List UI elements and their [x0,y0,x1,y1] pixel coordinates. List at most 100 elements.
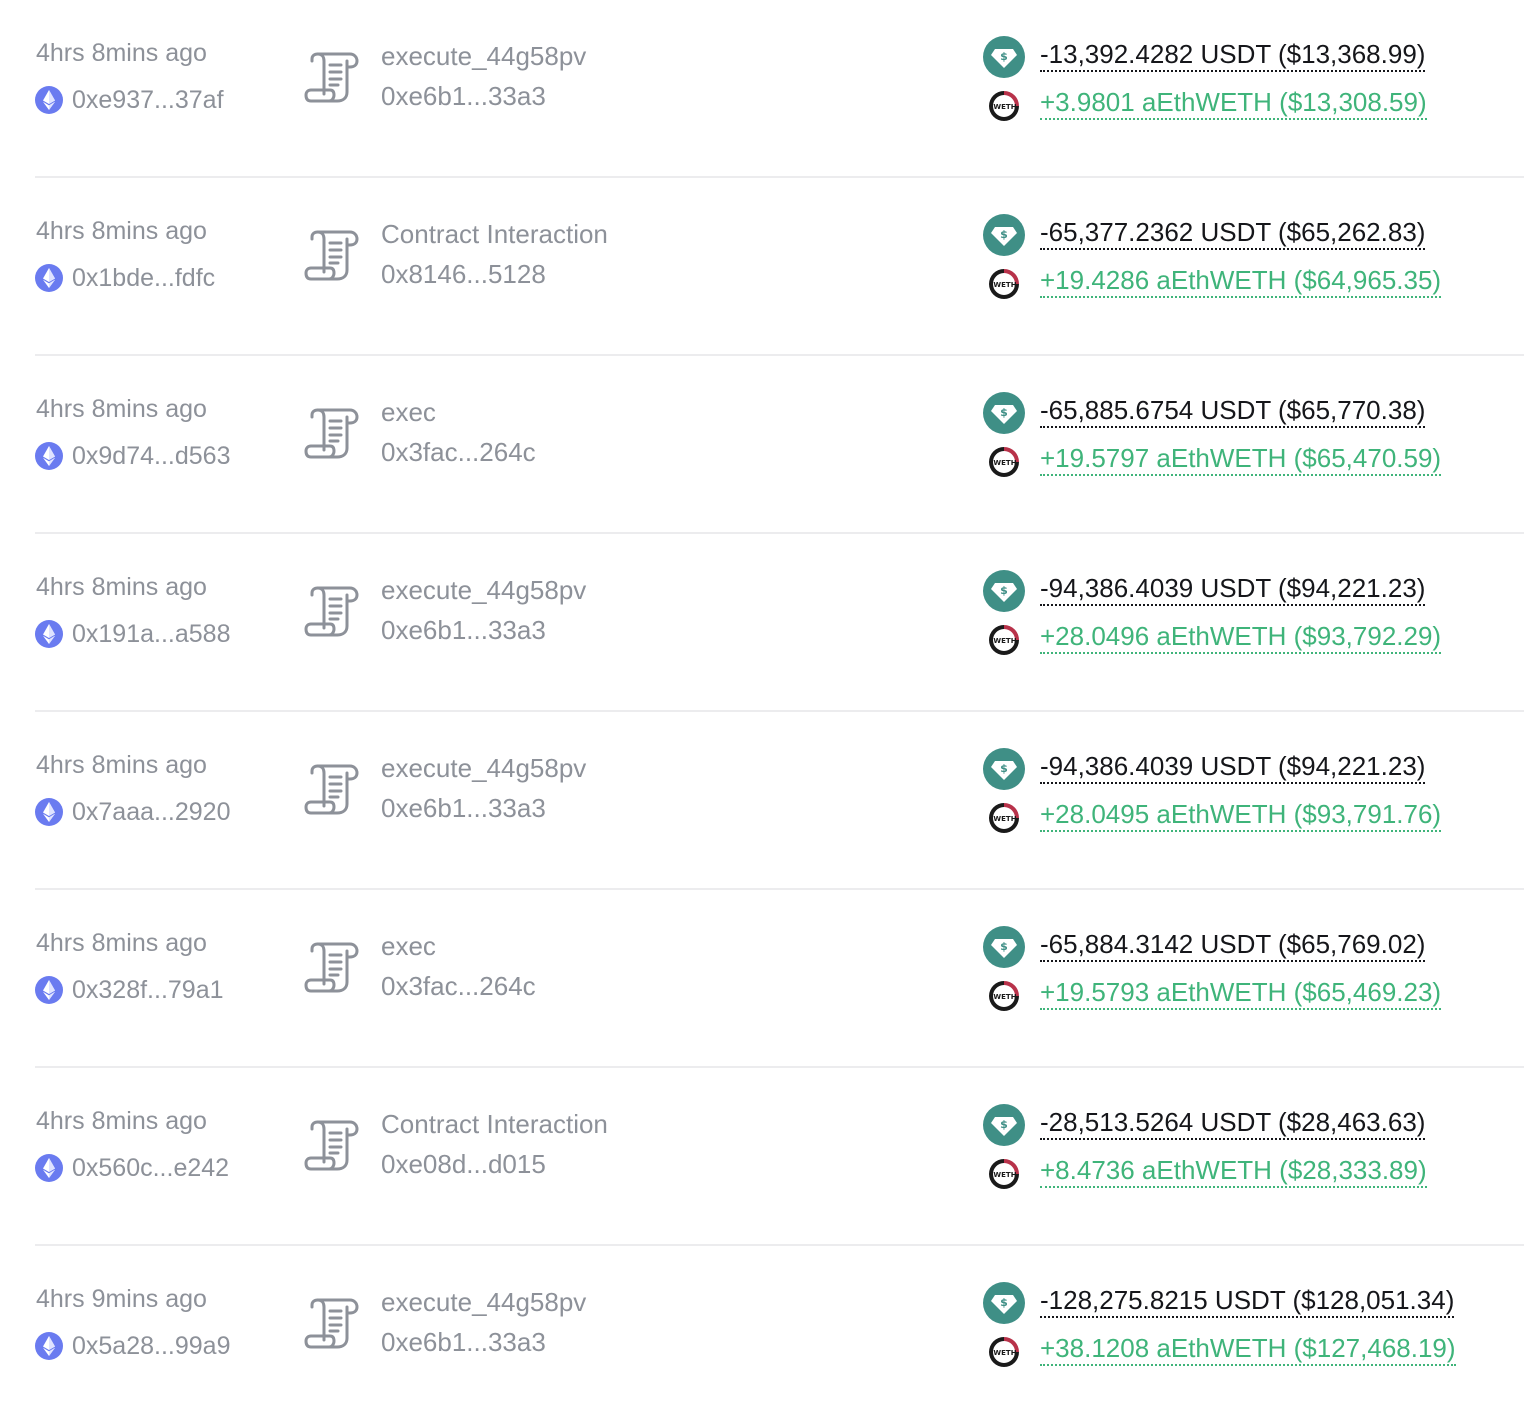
contract-address-link[interactable]: 0x3fac...264c [381,971,536,1002]
tx-time: 4hrs 8mins ago [36,1107,207,1135]
svg-text:$: $ [1000,228,1008,241]
contract-address-link[interactable]: 0xe08d...d015 [381,1149,546,1180]
usdt-token-icon: $ [983,214,1025,256]
tx-from: 0x191a...a588 [35,618,230,650]
svg-text:$: $ [1000,1296,1008,1309]
outgoing-amount[interactable]: -65,885.6754 USDT ($65,770.38) [1040,395,1426,428]
tx-time: 4hrs 8mins ago [36,39,207,67]
contract-scroll-icon [303,404,361,462]
tx-from: 0xe937...37af [35,84,224,116]
contract-address-link[interactable]: 0xe6b1...33a3 [381,793,546,824]
incoming-amount[interactable]: +19.5797 aEthWETH ($65,470.59) [1040,443,1442,476]
weth-token-icon: WETH [988,1336,1020,1368]
transaction-row: 4hrs 8mins ago 0x328f...79a1 exec 0x3fac… [0,890,1524,1068]
from-address-link[interactable]: 0x7aaa...2920 [72,798,230,827]
incoming-amount[interactable]: +28.0496 aEthWETH ($93,792.29) [1040,621,1442,654]
outgoing-amount[interactable]: -94,386.4039 USDT ($94,221.23) [1040,751,1426,784]
incoming-amount[interactable]: +38.1208 aEthWETH ($127,468.19) [1040,1333,1456,1366]
svg-text:$: $ [1000,762,1008,775]
svg-text:WETH: WETH [993,1171,1016,1179]
tx-method: Contract Interaction [381,1109,608,1139]
tx-method: execute_44g58pv [381,753,587,783]
from-address-link[interactable]: 0x5a28...99a9 [72,1332,230,1361]
tx-from: 0x9d74...d563 [35,440,230,472]
contract-address-link[interactable]: 0xe6b1...33a3 [381,1327,546,1358]
from-address-link[interactable]: 0xe937...37af [72,86,224,115]
svg-text:WETH: WETH [993,103,1016,111]
usdt-token-icon: $ [983,926,1025,968]
svg-text:$: $ [1000,50,1008,63]
tx-from: 0x1bde...fdfc [35,262,215,294]
ethereum-icon [35,798,63,826]
svg-text:WETH: WETH [993,1349,1016,1357]
weth-token-icon: WETH [988,90,1020,122]
transaction-row: 4hrs 8mins ago 0x7aaa...2920 execute_44g… [0,712,1524,890]
weth-token-icon: WETH [988,268,1020,300]
ethereum-icon [35,620,63,648]
tx-time: 4hrs 8mins ago [36,395,207,423]
ethereum-icon [35,442,63,470]
tx-time: 4hrs 8mins ago [36,929,207,957]
usdt-token-icon: $ [983,36,1025,78]
tx-time: 4hrs 8mins ago [36,573,207,601]
outgoing-amount[interactable]: -28,513.5264 USDT ($28,463.63) [1040,1107,1426,1140]
outgoing-amount[interactable]: -13,392.4282 USDT ($13,368.99) [1040,39,1426,72]
ethereum-icon [35,1332,63,1360]
tx-method: exec [381,397,436,427]
contract-address-link[interactable]: 0xe6b1...33a3 [381,81,546,112]
contract-address-link[interactable]: 0xe6b1...33a3 [381,615,546,646]
contract-scroll-icon [303,226,361,284]
usdt-token-icon: $ [983,748,1025,790]
contract-scroll-icon [303,48,361,106]
svg-text:$: $ [1000,406,1008,419]
transaction-row: 4hrs 8mins ago 0x1bde...fdfc Contract In… [0,178,1524,356]
weth-token-icon: WETH [988,980,1020,1012]
contract-address-link[interactable]: 0x3fac...264c [381,437,536,468]
svg-text:$: $ [1000,1118,1008,1131]
tx-time: 4hrs 9mins ago [36,1285,207,1313]
svg-text:$: $ [1000,940,1008,953]
transaction-row: 4hrs 8mins ago 0xe937...37af execute_44g… [0,0,1524,178]
outgoing-amount[interactable]: -94,386.4039 USDT ($94,221.23) [1040,573,1426,606]
tx-method: execute_44g58pv [381,1287,587,1317]
usdt-token-icon: $ [983,392,1025,434]
tx-time: 4hrs 8mins ago [36,217,207,245]
tx-method: Contract Interaction [381,219,608,249]
from-address-link[interactable]: 0x9d74...d563 [72,442,230,471]
usdt-token-icon: $ [983,570,1025,612]
transaction-row: 4hrs 8mins ago 0x9d74...d563 exec 0x3fac… [0,356,1524,534]
outgoing-amount[interactable]: -65,884.3142 USDT ($65,769.02) [1040,929,1426,962]
from-address-link[interactable]: 0x560c...e242 [72,1154,229,1183]
ethereum-icon [35,976,63,1004]
weth-token-icon: WETH [988,446,1020,478]
svg-text:WETH: WETH [993,459,1016,467]
contract-scroll-icon [303,760,361,818]
transaction-list: 4hrs 8mins ago 0xe937...37af execute_44g… [0,0,1524,1424]
contract-scroll-icon [303,938,361,996]
weth-token-icon: WETH [988,802,1020,834]
incoming-amount[interactable]: +8.4736 aEthWETH ($28,333.89) [1040,1155,1427,1188]
from-address-link[interactable]: 0x1bde...fdfc [72,264,215,293]
incoming-amount[interactable]: +19.4286 aEthWETH ($64,965.35) [1040,265,1442,298]
tx-method: exec [381,931,436,961]
incoming-amount[interactable]: +3.9801 aEthWETH ($13,308.59) [1040,87,1427,120]
ethereum-icon [35,86,63,114]
from-address-link[interactable]: 0x328f...79a1 [72,976,224,1005]
weth-token-icon: WETH [988,624,1020,656]
usdt-token-icon: $ [983,1104,1025,1146]
incoming-amount[interactable]: +19.5793 aEthWETH ($65,469.23) [1040,977,1442,1010]
contract-scroll-icon [303,1116,361,1174]
ethereum-icon [35,1154,63,1182]
contract-address-link[interactable]: 0x8146...5128 [381,259,546,290]
transaction-row: 4hrs 9mins ago 0x5a28...99a9 execute_44g… [0,1246,1524,1424]
outgoing-amount[interactable]: -65,377.2362 USDT ($65,262.83) [1040,217,1426,250]
transaction-row: 4hrs 8mins ago 0x560c...e242 Contract In… [0,1068,1524,1246]
incoming-amount[interactable]: +28.0495 aEthWETH ($93,791.76) [1040,799,1442,832]
from-address-link[interactable]: 0x191a...a588 [72,620,230,649]
outgoing-amount[interactable]: -128,275.8215 USDT ($128,051.34) [1040,1285,1455,1318]
tx-from: 0x328f...79a1 [35,974,224,1006]
tx-from: 0x7aaa...2920 [35,796,230,828]
usdt-token-icon: $ [983,1282,1025,1324]
contract-scroll-icon [303,1294,361,1352]
tx-method: execute_44g58pv [381,575,587,605]
